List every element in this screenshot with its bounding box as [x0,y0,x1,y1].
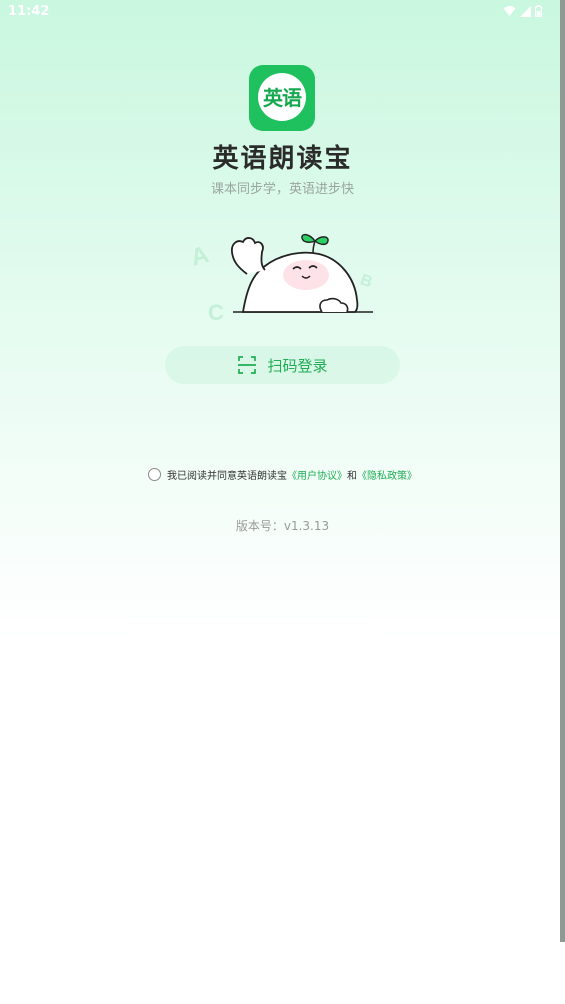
version-label: 版本号：v1.3.13 [235,519,330,533]
mascot-illustration: A B C [188,233,375,325]
mascot-blush [283,260,329,290]
app-logo-text: 英语 [263,86,302,110]
cellular-signal-icon [520,5,531,17]
radio-unchecked-icon[interactable] [148,468,161,481]
mascot-letter-a: A [188,241,212,272]
mascot-letter-c: C [208,300,224,325]
mascot-raised-arm [231,237,266,275]
status-bar: 11:42 [0,0,560,24]
agreement-row: 我已阅读并同意英语朗读宝 《用户协议》 和 《隐私政策》 [0,467,565,482]
mascot-sprout-leaf-left [301,233,317,243]
status-time: 11:42 [8,4,50,19]
agreement-prefix: 我已阅读并同意英语朗读宝 [167,471,287,482]
status-icons [503,5,542,17]
app-name: 英语朗读宝 [212,144,353,174]
agreement-conjunction: 和 [347,471,357,482]
app-slogan: 课本同步学，英语进步快 [210,182,354,197]
qr-login-label: 扫码登录 [267,356,328,375]
privacy-policy-link[interactable]: 《隐私政策》 [357,467,417,482]
battery-icon [535,5,542,17]
mascot-sprout-leaf-right [313,236,329,246]
mascot-letter-b: B [358,271,375,291]
user-agreement-link[interactable]: 《用户协议》 [287,467,347,482]
qr-login-button[interactable]: 扫码登录 [165,346,400,384]
wifi-icon [503,6,516,16]
scan-icon [238,356,257,374]
mascot-sprout-stem [312,240,316,254]
app-logo: 英语 [249,65,315,131]
